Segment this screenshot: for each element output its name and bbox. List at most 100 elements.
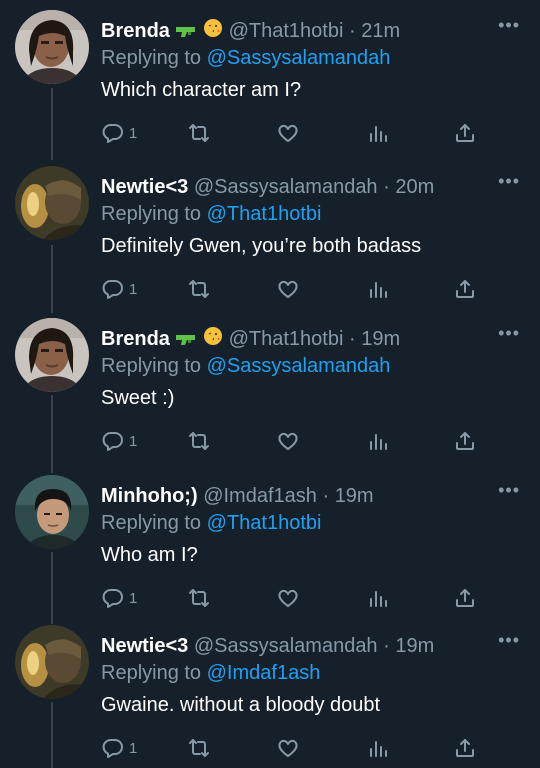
share-button[interactable] [453,731,477,765]
avatar[interactable] [15,166,89,240]
reply-count: 1 [129,739,138,757]
share-button[interactable] [453,116,477,150]
replying-to-mention[interactable]: @Sassysalamandah [207,355,391,377]
avatar[interactable] [15,10,89,84]
replying-to-mention[interactable]: @That1hotbi [207,512,322,534]
separator-dot: · [383,176,390,198]
timestamp[interactable]: 19m [395,635,434,657]
replying-to-mention[interactable]: @Sassysalamandah [207,47,391,69]
retweet-button[interactable] [187,116,211,150]
replying-to-mention[interactable]: @That1hotbi [207,203,322,225]
timestamp[interactable]: 19m [335,485,374,507]
replying-to-label: Replying to [101,512,207,534]
reply-count: 1 [129,432,138,450]
reply-button[interactable]: 1 [101,424,137,458]
heart-icon [278,124,298,142]
avatar[interactable] [15,475,89,549]
timestamp[interactable]: 21m [361,20,400,42]
tweet-actions: 1 [101,116,481,150]
retweet-button[interactable] [187,424,211,458]
tweet-text: Which character am I? [101,79,302,101]
share-button[interactable] [453,272,477,306]
heart-icon [278,589,298,607]
analytics-button[interactable] [366,272,390,306]
more-dots-icon[interactable]: ••• [498,631,520,649]
analytics-icon [370,282,387,298]
reply-count: 1 [129,124,138,142]
heart-icon [278,739,298,757]
retweet-button[interactable] [187,731,211,765]
more-dots-icon[interactable]: ••• [498,324,520,342]
tweet-actions: 1 [101,731,481,765]
tweet-text: Sweet :) [101,387,175,409]
replying-to: Replying to @That1hotbi [101,508,321,538]
retweet-icon [189,589,209,607]
author-name[interactable]: Newtie<3 [101,635,188,657]
reply-count: 1 [129,589,138,607]
tweet[interactable]: Minhoho;) @Imdaf1ash · 19m ••• Replying … [0,465,540,621]
author-name[interactable]: Minhoho;) [101,485,198,507]
heart-icon [278,280,298,298]
author-handle[interactable]: @That1hotbi [229,20,344,42]
separator-dot: · [348,328,356,350]
avatar[interactable] [15,318,89,392]
more-dots-icon[interactable]: ••• [498,481,520,499]
retweet-button[interactable] [187,581,211,615]
replying-to: Replying to @Imdaf1ash [101,658,320,688]
share-icon [456,124,474,142]
tweet-header: Minhoho;) @Imdaf1ash · 19m [101,481,500,511]
analytics-icon [370,741,387,757]
author-handle[interactable]: @Sassysalamandah [194,635,378,657]
tweet[interactable]: Newtie<3 @Sassysalamandah · 20m ••• Repl… [0,156,540,312]
tweet-text: Definitely Gwen, you’re both badass [101,235,422,257]
analytics-icon [370,126,387,142]
like-button[interactable] [276,731,300,765]
analytics-button[interactable] [366,731,390,765]
reply-button[interactable]: 1 [101,116,137,150]
avatar-minhoho-image [15,475,89,549]
timestamp[interactable]: 20m [395,176,434,198]
author-name[interactable]: Newtie<3 [101,176,188,198]
retweet-icon [189,432,209,450]
author-handle[interactable]: @That1hotbi [229,328,344,350]
tweet[interactable]: Brenda @That1hotbi · 21m ••• Replying to… [0,0,540,160]
timestamp[interactable]: 19m [361,328,400,350]
tweet[interactable]: Brenda @That1hotbi · 19m ••• Replying to… [0,308,540,464]
reply-button[interactable]: 1 [101,731,137,765]
tweet-actions: 1 [101,581,481,615]
reply-button[interactable]: 1 [101,272,137,306]
reply-button[interactable]: 1 [101,581,137,615]
author-handle[interactable]: @Imdaf1ash [203,485,317,507]
replying-to: Replying to @That1hotbi [101,199,321,229]
separator-dot: · [322,485,330,507]
share-icon [456,739,474,757]
more-dots-icon[interactable]: ••• [498,172,520,190]
tweet-text: Gwaine. without a bloody doubt [101,694,381,716]
avatar-newtie-image [15,625,89,699]
retweet-icon [189,280,209,298]
like-button[interactable] [276,581,300,615]
reply-icon [102,589,123,608]
author-handle[interactable]: @Sassysalamandah [194,176,378,198]
analytics-button[interactable] [366,424,390,458]
share-button[interactable] [453,424,477,458]
tweet-header: Newtie<3 @Sassysalamandah · 20m [101,172,500,202]
author-name[interactable]: Brenda [101,328,170,350]
author-name[interactable]: Brenda [101,20,170,42]
tweet-header: Brenda @That1hotbi · 21m [101,16,500,46]
like-button[interactable] [276,272,300,306]
replying-to-mention[interactable]: @Imdaf1ash [207,662,321,684]
reply-count: 1 [129,280,138,298]
analytics-button[interactable] [366,116,390,150]
like-button[interactable] [276,424,300,458]
more-dots-icon[interactable]: ••• [498,16,520,34]
retweet-button[interactable] [187,272,211,306]
tweet[interactable]: Newtie<3 @Sassysalamandah · 19m ••• Repl… [0,615,540,768]
avatar-newtie-image [15,166,89,240]
avatar-brenda-image [15,10,89,84]
avatar[interactable] [15,625,89,699]
replying-to-label: Replying to [101,47,207,69]
share-button[interactable] [453,581,477,615]
analytics-button[interactable] [366,581,390,615]
like-button[interactable] [276,116,300,150]
